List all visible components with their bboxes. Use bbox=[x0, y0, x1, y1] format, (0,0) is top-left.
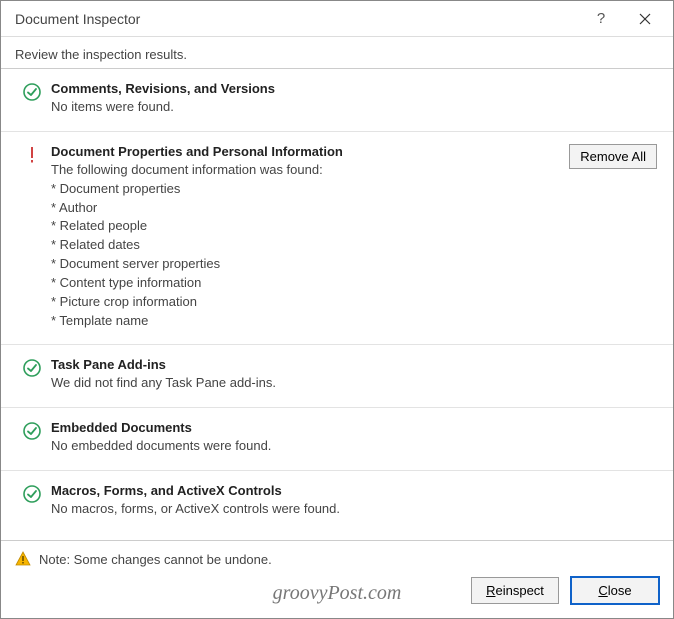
close-icon bbox=[639, 13, 651, 25]
section-description: No macros, forms, or ActiveX controls we… bbox=[51, 500, 657, 519]
close-button[interactable]: Close bbox=[571, 577, 659, 604]
dialog-footer: Note: Some changes cannot be undone. Rei… bbox=[1, 541, 673, 618]
remove-all-button[interactable]: Remove All bbox=[569, 144, 657, 169]
window-title: Document Inspector bbox=[15, 11, 579, 27]
section-body: Task Pane Add-ins We did not find any Tas… bbox=[51, 357, 657, 393]
section-item: * Template name bbox=[51, 312, 559, 331]
result-section: Task Pane Add-ins We did not find any Tas… bbox=[1, 345, 673, 408]
result-section: Macros, Forms, and ActiveX Controls No ma… bbox=[1, 471, 673, 533]
titlebar: Document Inspector ? bbox=[1, 1, 673, 37]
results-scroll-area[interactable]: Comments, Revisions, and Versions No item… bbox=[1, 68, 673, 541]
checkmark-icon bbox=[21, 81, 43, 103]
section-action: Remove All bbox=[569, 144, 657, 169]
section-heading: Comments, Revisions, and Versions bbox=[51, 81, 657, 96]
alert-icon bbox=[21, 144, 43, 166]
section-item: * Picture crop information bbox=[51, 293, 559, 312]
close-label-rest: lose bbox=[608, 583, 632, 598]
section-body: Embedded Documents No embedded documents … bbox=[51, 420, 657, 456]
section-description: No items were found. bbox=[51, 98, 657, 117]
close-window-button[interactable] bbox=[623, 1, 667, 36]
section-description: We did not find any Task Pane add-ins. bbox=[51, 374, 657, 393]
section-heading: Document Properties and Personal Informa… bbox=[51, 144, 559, 159]
result-section: Document Properties and Personal Informa… bbox=[1, 132, 673, 346]
section-item: * Related people bbox=[51, 217, 559, 236]
checkmark-icon bbox=[21, 483, 43, 505]
section-item: * Document properties bbox=[51, 180, 559, 199]
reinspect-button[interactable]: Reinspect bbox=[471, 577, 559, 604]
footer-note-text: Note: Some changes cannot be undone. bbox=[39, 552, 272, 567]
checkmark-icon bbox=[21, 357, 43, 379]
section-heading: Task Pane Add-ins bbox=[51, 357, 657, 372]
reinspect-label-rest: einspect bbox=[495, 583, 543, 598]
section-heading: Embedded Documents bbox=[51, 420, 657, 435]
section-item: * Author bbox=[51, 199, 559, 218]
section-description: No embedded documents were found. bbox=[51, 437, 657, 456]
instructions-text: Review the inspection results. bbox=[1, 37, 673, 68]
section-heading: Macros, Forms, and ActiveX Controls bbox=[51, 483, 657, 498]
section-body: Comments, Revisions, and Versions No item… bbox=[51, 81, 657, 117]
footer-note: Note: Some changes cannot be undone. bbox=[15, 551, 659, 567]
section-body: Macros, Forms, and ActiveX Controls No ma… bbox=[51, 483, 657, 519]
section-description: The following document information was f… bbox=[51, 161, 559, 180]
help-icon: ? bbox=[597, 10, 605, 27]
result-section: Comments, Revisions, and Versions No item… bbox=[1, 69, 673, 132]
section-item: * Content type information bbox=[51, 274, 559, 293]
section-item: * Document server properties bbox=[51, 255, 559, 274]
section-item: * Related dates bbox=[51, 236, 559, 255]
help-button[interactable]: ? bbox=[579, 1, 623, 36]
section-body: Document Properties and Personal Informa… bbox=[51, 144, 559, 331]
checkmark-icon bbox=[21, 420, 43, 442]
warning-icon bbox=[15, 551, 31, 567]
result-section: Embedded Documents No embedded documents … bbox=[1, 408, 673, 471]
